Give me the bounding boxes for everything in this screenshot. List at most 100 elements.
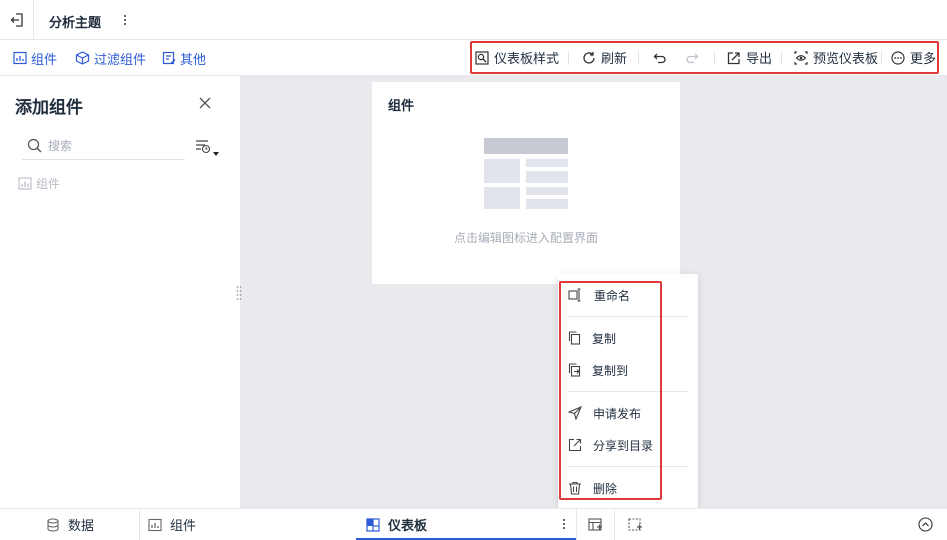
chevron-up-circle-icon — [918, 517, 933, 532]
menu-divider — [568, 316, 688, 317]
cube-filter-icon — [75, 51, 90, 65]
database-icon — [47, 517, 59, 532]
redo-button[interactable] — [685, 43, 699, 72]
menu-item-copy-to-label: 复制到 — [592, 363, 629, 378]
menu-divider — [568, 466, 688, 467]
menu-item-share-to-directory[interactable]: 分享到目录 — [568, 433, 653, 457]
other-label: 其他 — [180, 51, 207, 67]
widget-card[interactable]: 组件 点击编辑图标进入配置界面 — [372, 82, 680, 284]
menu-item-rename[interactable]: 重命名 — [568, 283, 630, 307]
menu-item-share-to-directory-label: 分享到目录 — [593, 438, 654, 453]
add-widget-panel: 添加组件 组件 — [0, 76, 240, 508]
filter-widget-label: 过滤组件 — [94, 51, 147, 67]
undo-icon — [653, 53, 666, 63]
refresh-label: 刷新 — [601, 51, 628, 66]
search-icon — [27, 138, 42, 153]
widget-card-title: 组件 — [388, 98, 415, 113]
menu-item-apply-publish[interactable]: 申请发布 — [568, 401, 641, 425]
chart-widget-icon — [148, 518, 162, 531]
toolbar-divider — [638, 51, 639, 65]
menu-item-copy-label: 复制 — [592, 331, 617, 346]
tree-item-label: 组件 — [36, 177, 61, 191]
tab-widget-label: 组件 — [170, 518, 197, 533]
filter-widget-button[interactable]: 过滤组件 — [75, 40, 146, 76]
vertical-dots-icon — [563, 519, 565, 529]
redo-icon — [686, 53, 699, 63]
add-widget-button[interactable]: 组件 — [13, 40, 57, 76]
toolbar-divider — [568, 51, 569, 65]
refresh-button[interactable]: 刷新 — [582, 43, 627, 72]
menu-item-rename-label: 重命名 — [594, 288, 631, 303]
export-icon — [727, 51, 740, 64]
toolbar: 组件 过滤组件 其他 仪表板样式 刷新 导出 预览仪表板 更多 — [0, 40, 947, 76]
search-input[interactable] — [48, 138, 168, 153]
add-dashboard-button[interactable] — [588, 509, 603, 540]
drag-handle-icon — [236, 286, 242, 300]
exit-button[interactable] — [0, 0, 34, 40]
add-dashboard-icon — [588, 517, 602, 531]
export-button[interactable]: 导出 — [727, 43, 772, 72]
preview-eye-icon — [794, 50, 808, 65]
add-sheet-button[interactable] — [628, 509, 643, 540]
tab-divider — [139, 509, 140, 540]
more-label: 更多 — [910, 51, 937, 66]
menu-item-delete-label: 删除 — [593, 481, 618, 496]
chart-widget-icon — [18, 177, 32, 190]
menu-item-copy-to[interactable]: 复制到 — [568, 358, 628, 382]
tab-dashboard-menu-button[interactable] — [562, 518, 566, 530]
panel-title: 添加组件 — [15, 98, 83, 117]
search-field — [22, 132, 185, 160]
more-button[interactable]: 更多 — [891, 43, 936, 72]
menu-divider — [568, 391, 688, 392]
dashboard-layout-icon — [366, 517, 380, 532]
panel-resize-handle[interactable] — [236, 285, 242, 301]
export-label: 导出 — [746, 51, 773, 66]
tab-divider — [614, 509, 615, 540]
title-more-button[interactable] — [118, 11, 132, 29]
toolbar-divider — [881, 51, 882, 65]
tab-dashboard-label: 仪表板 — [388, 518, 428, 533]
menu-item-apply-publish-label: 申请发布 — [593, 406, 642, 421]
bottom-tab-bar: 数据 组件 仪表板 — [0, 508, 947, 540]
tree-item-widget[interactable]: 组件 — [18, 175, 60, 192]
page-title: 分析主题 — [49, 15, 102, 30]
refresh-icon — [583, 51, 595, 64]
tab-data-label: 数据 — [68, 518, 95, 533]
tab-divider — [576, 509, 577, 540]
rename-icon — [568, 288, 581, 302]
doc-edit-icon — [162, 51, 176, 65]
dashboard-actions-group: 仪表板样式 刷新 导出 预览仪表板 更多 — [470, 41, 939, 74]
tab-data[interactable]: 数据 — [46, 509, 94, 540]
widget-empty-hint: 点击编辑图标进入配置界面 — [453, 231, 598, 245]
send-icon — [568, 406, 582, 420]
add-sheet-icon — [628, 517, 642, 531]
tab-dashboard-content: 仪表板 — [366, 509, 427, 540]
dashboard-style-label: 仪表板样式 — [494, 51, 560, 66]
widget-context-menu: 重命名 复制 复制到 申请发布 分享到目录 删除 — [558, 274, 698, 508]
toolbar-divider — [781, 51, 782, 65]
copy-to-icon — [568, 363, 581, 377]
undo-button[interactable] — [653, 43, 667, 72]
panel-close-button[interactable] — [196, 94, 214, 112]
more-dots-icon — [891, 50, 905, 65]
style-search-icon — [475, 50, 489, 65]
menu-item-copy[interactable]: 复制 — [568, 326, 616, 350]
sort-filter-dropdown[interactable] — [195, 138, 221, 158]
dashboard-style-button[interactable]: 仪表板样式 — [475, 43, 559, 72]
chart-widget-icon — [13, 51, 27, 65]
preview-dashboard-button[interactable]: 预览仪表板 — [794, 43, 878, 72]
tab-widget[interactable]: 组件 — [148, 509, 196, 540]
menu-item-delete[interactable]: 删除 — [568, 476, 617, 500]
sort-clock-icon — [196, 140, 219, 156]
exit-icon — [10, 13, 23, 27]
other-button[interactable]: 其他 — [162, 40, 206, 76]
empty-widget-illustration-icon — [484, 138, 568, 209]
tab-dashboard[interactable]: 仪表板 — [356, 509, 576, 540]
vertical-dots-icon — [124, 15, 126, 25]
add-widget-label: 组件 — [31, 51, 58, 67]
copy-icon — [568, 331, 581, 345]
share-external-icon — [568, 438, 582, 452]
close-icon — [199, 97, 211, 109]
top-bar: 分析主题 — [0, 0, 947, 40]
collapse-bar-button[interactable] — [918, 509, 933, 540]
